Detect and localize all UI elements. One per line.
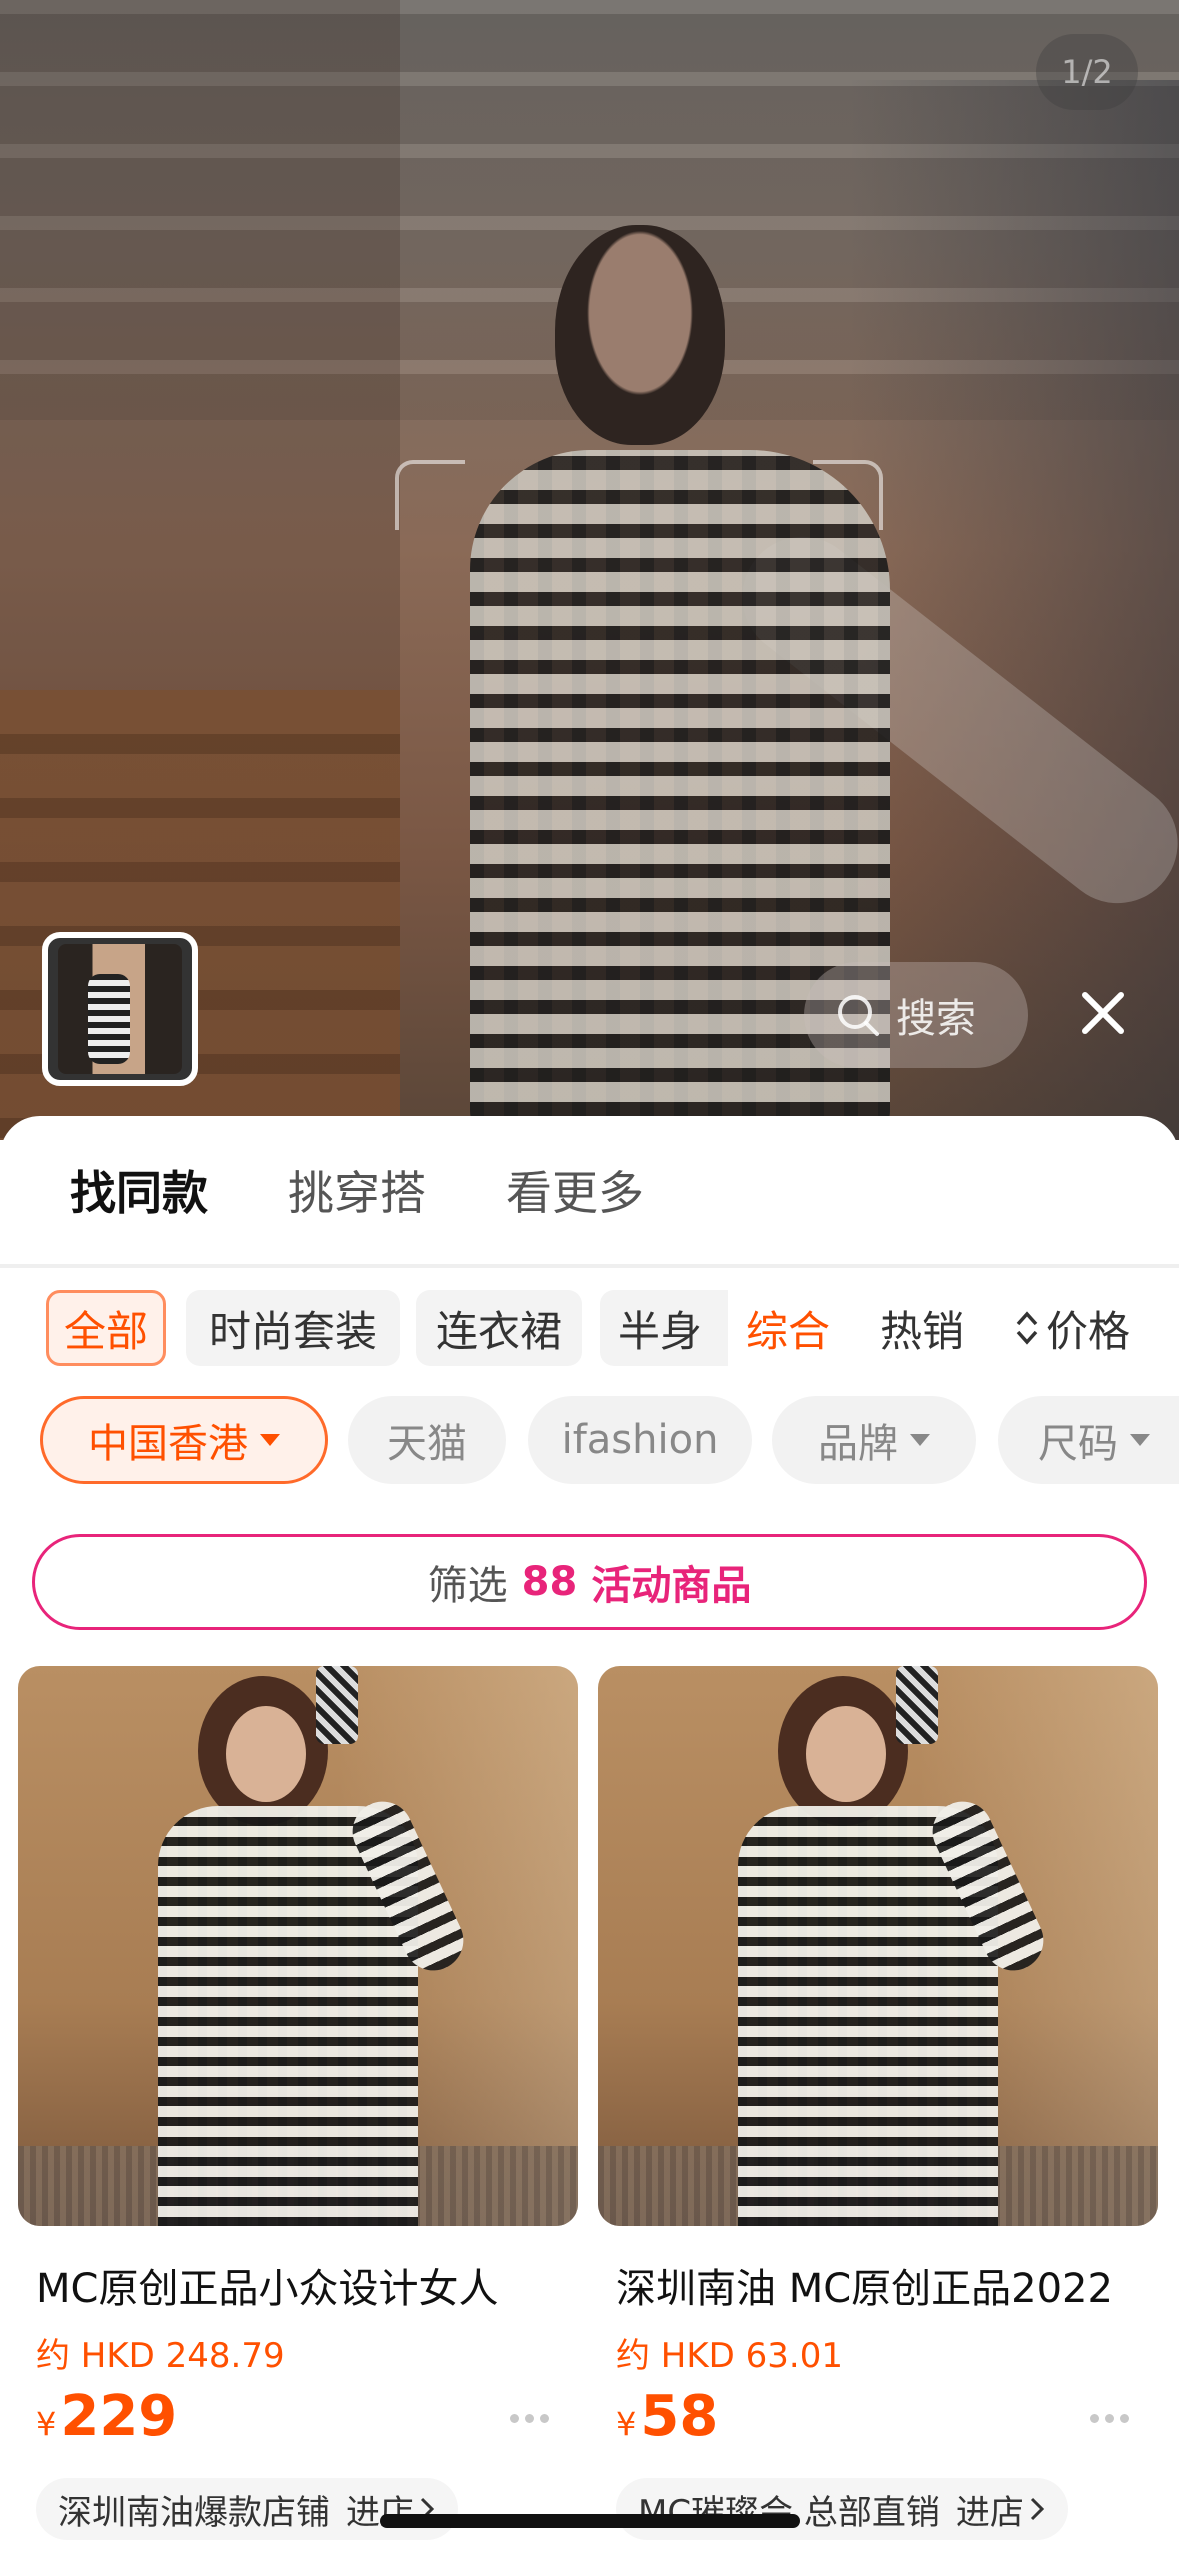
product-title[interactable]: MC原创正品小众设计女人 <box>36 2256 566 2314</box>
product-approx-price: 约 HKD 63.01 <box>616 2336 843 2376</box>
page-indicator: 1/2 <box>1036 34 1138 110</box>
enter-shop-label: 进店 <box>955 2492 1024 2533</box>
selected-thumbnail[interactable] <box>42 932 198 1086</box>
more-options-icon[interactable] <box>1090 2408 1140 2428</box>
product-card[interactable]: 深圳南油 MC原创正品2022 约 HKD 63.01 ¥ 58 MC璀璨会 总… <box>598 1666 1158 2556</box>
product-price: ¥ 229 <box>36 2384 177 2449</box>
shop-link[interactable]: MC璀璨会 总部直销 进店 <box>616 2478 1068 2540</box>
product-approx-price: 约 HKD 248.79 <box>36 2336 285 2376</box>
caret-down-icon <box>260 1434 280 1446</box>
more-options-icon[interactable] <box>510 2408 560 2428</box>
enter-shop: 进店 <box>956 2485 1046 2534</box>
filter-brand-label: 品牌 <box>818 1421 898 1467</box>
promo-prefix: 筛选 <box>427 1563 508 1609</box>
category-chip-fashion-set[interactable]: 时尚套装 <box>186 1290 400 1366</box>
price-value: 229 <box>60 2384 178 2449</box>
promo-label: 活动商品 <box>591 1563 752 1609</box>
filter-region-label: 中国香港 <box>88 1421 248 1467</box>
tab-find-same[interactable]: 找同款 <box>70 1157 208 1223</box>
divider <box>0 1264 1179 1268</box>
close-button[interactable] <box>1070 980 1136 1046</box>
thumbnail-image <box>58 944 182 1074</box>
sort-price[interactable]: 价格 <box>1014 1298 1130 1359</box>
sort-comprehensive[interactable]: 综合 <box>746 1298 830 1359</box>
filter-tmall[interactable]: 天猫 <box>348 1396 506 1484</box>
search-label: 搜索 <box>896 996 976 1042</box>
image-phone <box>896 1666 938 1744</box>
promo-number: 88 <box>521 1559 578 1605</box>
category-row: 全部 时尚套装 连衣裙 半身 综合 热销 价格 <box>0 1290 1179 1370</box>
filter-ifashion[interactable]: ifashion <box>528 1396 752 1484</box>
product-image[interactable] <box>18 1666 578 2226</box>
sort-arrows-icon <box>1016 1311 1038 1345</box>
product-price: ¥ 58 <box>616 2384 718 2449</box>
promo-filter-banner[interactable]: 筛选 88 活动商品 <box>32 1534 1147 1630</box>
chevron-right-icon <box>1030 2497 1045 2521</box>
sort-hot[interactable]: 热销 <box>880 1298 964 1359</box>
shop-link[interactable]: 深圳南油爆款店铺 进店 <box>36 2478 458 2540</box>
sort-options: 综合 热销 价格 <box>728 1290 1179 1366</box>
shop-name: 深圳南油爆款店铺 <box>58 2492 330 2533</box>
caret-down-icon <box>910 1434 930 1446</box>
result-tabs: 找同款 挑穿搭 看更多 <box>0 1116 1179 1264</box>
currency-symbol: ¥ <box>616 2405 637 2443</box>
tab-outfit[interactable]: 挑穿搭 <box>288 1157 426 1223</box>
model-head <box>555 225 725 445</box>
image-face <box>806 1706 886 1802</box>
price-value: 58 <box>640 2384 719 2449</box>
frame-corner-top-right <box>813 460 883 530</box>
search-button[interactable]: 搜索 <box>804 962 1028 1068</box>
sort-price-label: 价格 <box>1046 1306 1131 1356</box>
image-phone <box>316 1666 358 1744</box>
filter-region[interactable]: 中国香港 <box>40 1396 328 1484</box>
filter-row: 中国香港 天猫 ifashion 品牌 尺码 <box>0 1396 1179 1488</box>
home-indicator[interactable] <box>380 2514 800 2528</box>
product-title[interactable]: 深圳南油 MC原创正品2022 <box>616 2256 1146 2314</box>
filter-size[interactable]: 尺码 <box>998 1396 1179 1484</box>
category-chip-all[interactable]: 全部 <box>46 1290 166 1366</box>
frame-corner-top-left <box>395 460 465 530</box>
category-chip-dress[interactable]: 连衣裙 <box>416 1290 582 1366</box>
tab-see-more[interactable]: 看更多 <box>506 1157 644 1223</box>
image-face <box>226 1706 306 1802</box>
filter-brand[interactable]: 品牌 <box>772 1396 976 1484</box>
currency-symbol: ¥ <box>36 2405 57 2443</box>
search-icon <box>838 995 879 1036</box>
caret-down-icon <box>1130 1434 1150 1446</box>
close-icon <box>1082 992 1124 1034</box>
product-card[interactable]: MC原创正品小众设计女人 约 HKD 248.79 ¥ 229 深圳南油爆款店铺… <box>18 1666 578 2556</box>
product-image[interactable] <box>598 1666 1158 2226</box>
filter-size-label: 尺码 <box>1038 1421 1118 1467</box>
results-sheet: 找同款 挑穿搭 看更多 全部 时尚套装 连衣裙 半身 综合 热销 价格 中国香港… <box>0 1116 1179 2556</box>
